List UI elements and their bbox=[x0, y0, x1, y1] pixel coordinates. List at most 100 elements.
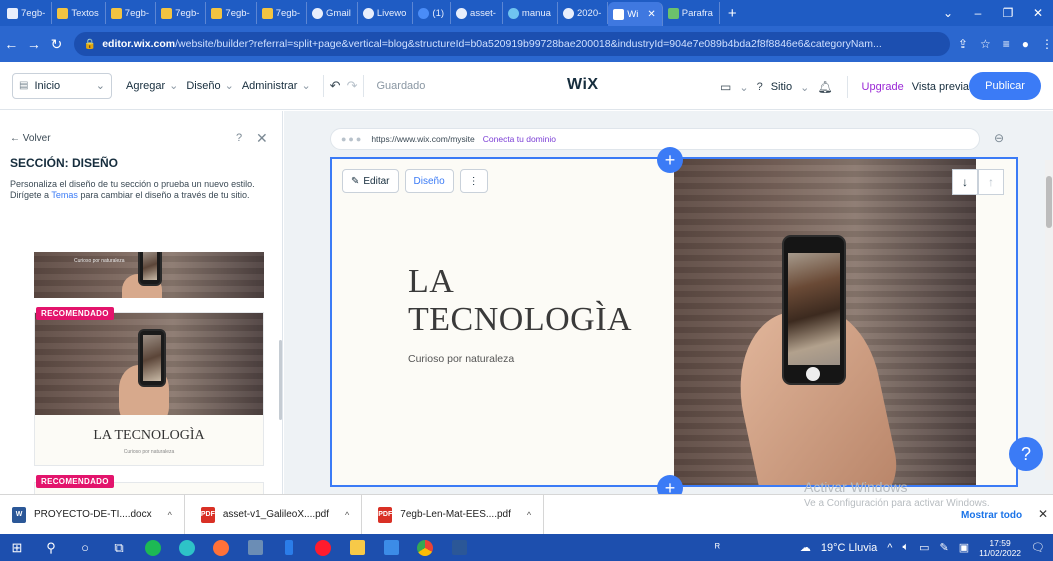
browser-tab[interactable]: manua bbox=[503, 2, 558, 24]
edit-button[interactable]: ✎ Editar bbox=[342, 169, 399, 193]
chevron-up-icon[interactable]: ^ bbox=[345, 510, 349, 520]
move-down-icon[interactable]: ↓ bbox=[952, 169, 978, 195]
chevron-up-icon[interactable]: ^ bbox=[168, 510, 172, 520]
bookmark-star-icon[interactable]: ☆ bbox=[980, 37, 991, 51]
browser-tab[interactable]: Gmail bbox=[307, 2, 358, 24]
design-option-thumbnail-recommended[interactable]: LA TECNOLOGÌA Curioso por naturaleza bbox=[34, 312, 264, 466]
help-icon[interactable]: ? bbox=[757, 81, 763, 93]
battery-icon[interactable]: ▭ bbox=[919, 541, 929, 554]
system-tray: ᴿ ☁ 19°C Lluvia ^ 🔈︎ ▭ ✎ ▣ 17:59 11/02/2… bbox=[715, 534, 1053, 561]
add-section-top-button[interactable]: + bbox=[657, 147, 683, 173]
profile-icon[interactable]: ● bbox=[1022, 37, 1029, 51]
menu-kebab-icon[interactable]: ⋮ bbox=[1041, 37, 1053, 51]
tray-chevron-icon[interactable]: ^ bbox=[887, 542, 892, 554]
themes-link[interactable]: Temas bbox=[51, 190, 78, 200]
undo-icon[interactable]: ↶ bbox=[330, 78, 341, 94]
show-all-downloads-link[interactable]: Mostrar todo bbox=[961, 510, 1022, 521]
chevron-up-icon[interactable]: ^ bbox=[527, 510, 531, 520]
help-bubble-button[interactable]: ? bbox=[1009, 437, 1043, 471]
browser-tab[interactable]: (1) bbox=[413, 2, 452, 24]
pen-icon[interactable]: ✎ bbox=[939, 541, 948, 554]
page-selector[interactable]: ▤ Inicio ⌄ bbox=[12, 72, 112, 99]
browser-tab[interactable]: Parafra bbox=[663, 2, 720, 24]
close-window-button[interactable]: ✕ bbox=[1023, 6, 1053, 20]
share-icon[interactable]: ⇪ bbox=[958, 37, 968, 51]
camera-shutter-icon bbox=[806, 367, 820, 381]
download-item[interactable]: PDF asset-v1_GalileoX....pdf ^ bbox=[199, 494, 363, 535]
restore-button[interactable]: ❐ bbox=[993, 6, 1023, 20]
move-up-icon[interactable]: ↑ bbox=[978, 169, 1004, 195]
word-icon[interactable] bbox=[442, 534, 476, 561]
forward-arrow-icon[interactable]: → bbox=[23, 36, 46, 52]
tab-close-icon[interactable]: ✕ bbox=[647, 9, 655, 20]
download-item[interactable]: W PROYECTO-DE-TI....docx ^ bbox=[10, 494, 185, 535]
more-options-icon[interactable]: ⋮ bbox=[459, 169, 488, 193]
desktop-view-icon[interactable]: ▭ bbox=[720, 80, 731, 94]
back-arrow-icon[interactable]: ← bbox=[0, 36, 23, 52]
app-icon[interactable] bbox=[238, 534, 272, 561]
hero-image[interactable] bbox=[674, 159, 976, 485]
close-icon[interactable]: ✕ bbox=[256, 130, 268, 147]
chrome-icon[interactable] bbox=[408, 534, 442, 561]
hero-section[interactable]: ✎ Editar Diseño ⋮ LA TECNOLOGÌA Curioso p… bbox=[330, 157, 1018, 487]
menu-agregar[interactable]: Agregar bbox=[126, 80, 165, 92]
volume-icon[interactable]: 🔈︎ bbox=[902, 541, 909, 554]
hero-subtitle[interactable]: Curioso por naturaleza bbox=[408, 353, 514, 365]
browser-tab[interactable]: 7egb- bbox=[2, 2, 53, 24]
hero-title[interactable]: LA TECNOLOGÌA bbox=[408, 263, 632, 339]
redo-icon[interactable]: ↷ bbox=[347, 78, 358, 94]
browser-tab[interactable]: 7egb- bbox=[257, 2, 308, 24]
canvas-scrollbar[interactable] bbox=[1045, 160, 1053, 480]
chevron-down-icon: ⌄ bbox=[739, 81, 749, 94]
language-icon[interactable]: ▣ bbox=[959, 541, 969, 554]
search-icon[interactable]: ⚲ bbox=[34, 534, 68, 561]
windows-taskbar: ⊞ ⚲ ○ ⧉ ᴿ ☁ 19°C Lluvia ^ 🔈︎ ▭ ✎ ▣ 17:59… bbox=[0, 534, 1053, 561]
browser-tab[interactable]: 7egb- bbox=[206, 2, 257, 24]
edge-icon[interactable] bbox=[170, 534, 204, 561]
menu-diseno[interactable]: Diseño bbox=[186, 80, 220, 92]
notifications-icon[interactable]: 🗨︎ bbox=[1031, 541, 1045, 554]
tab-search-icon[interactable]: ⌄ bbox=[933, 6, 963, 20]
task-view-icon[interactable]: ⧉ bbox=[102, 534, 136, 561]
download-item[interactable]: PDF 7egb-Len-Mat-EES....pdf ^ bbox=[376, 494, 545, 535]
preview-link[interactable]: Vista previa bbox=[912, 81, 969, 93]
help-icon[interactable]: ? bbox=[236, 132, 242, 144]
menu-administrar[interactable]: Administrar bbox=[242, 80, 298, 92]
people-icon[interactable]: ᴿ bbox=[715, 542, 720, 554]
file-explorer-icon[interactable] bbox=[340, 534, 374, 561]
weather-text[interactable]: 19°C Lluvia bbox=[821, 542, 877, 554]
zoom-icon[interactable]: ⊖ bbox=[994, 131, 1004, 145]
browser-tab[interactable]: asset- bbox=[451, 2, 503, 24]
browser-tab[interactable]: 7egb- bbox=[106, 2, 157, 24]
connect-domain-link[interactable]: Conecta tu dominio bbox=[483, 134, 556, 144]
browser-tab-active[interactable]: Wi ✕ bbox=[608, 2, 663, 26]
chevron-down-icon: ⌄ bbox=[95, 80, 105, 92]
browser-tab[interactable]: 7egb- bbox=[156, 2, 207, 24]
minimize-button[interactable]: – bbox=[963, 6, 993, 20]
new-tab-button[interactable]: + bbox=[720, 5, 745, 22]
browser-tab[interactable]: 2020- bbox=[558, 2, 609, 24]
reload-icon[interactable]: ↻ bbox=[45, 36, 68, 53]
phone-image bbox=[138, 252, 162, 286]
address-bar[interactable]: 🔒 editor.wix.com/website/builder?referra… bbox=[73, 32, 950, 56]
site-menu[interactable]: Sitio bbox=[771, 81, 792, 93]
close-icon[interactable]: ✕ bbox=[1038, 507, 1048, 521]
browser-tab[interactable]: Livewo bbox=[358, 2, 414, 24]
windows-start-icon[interactable]: ⊞ bbox=[0, 534, 34, 561]
firefox-icon[interactable] bbox=[204, 534, 238, 561]
spotify-icon[interactable] bbox=[136, 534, 170, 561]
back-link[interactable]: ← Volver bbox=[10, 133, 51, 144]
reading-list-icon[interactable]: ≡ bbox=[1003, 37, 1010, 51]
publish-button[interactable]: Publicar bbox=[969, 72, 1041, 100]
browser-tab[interactable]: Textos bbox=[52, 2, 106, 24]
camera-app-icon[interactable] bbox=[374, 534, 408, 561]
opera-icon[interactable] bbox=[306, 534, 340, 561]
cortana-icon[interactable]: ○ bbox=[68, 534, 102, 561]
panel-scrollbar[interactable] bbox=[279, 340, 282, 420]
bookmark-app-icon[interactable] bbox=[272, 534, 306, 561]
design-button[interactable]: Diseño bbox=[404, 169, 454, 193]
design-option-thumbnail[interactable]: Curioso por naturaleza bbox=[34, 252, 264, 298]
bell-icon[interactable]: 🔔︎ bbox=[817, 80, 832, 94]
clock[interactable]: 17:59 11/02/2022 bbox=[979, 538, 1021, 558]
upgrade-link[interactable]: Upgrade bbox=[862, 81, 904, 93]
